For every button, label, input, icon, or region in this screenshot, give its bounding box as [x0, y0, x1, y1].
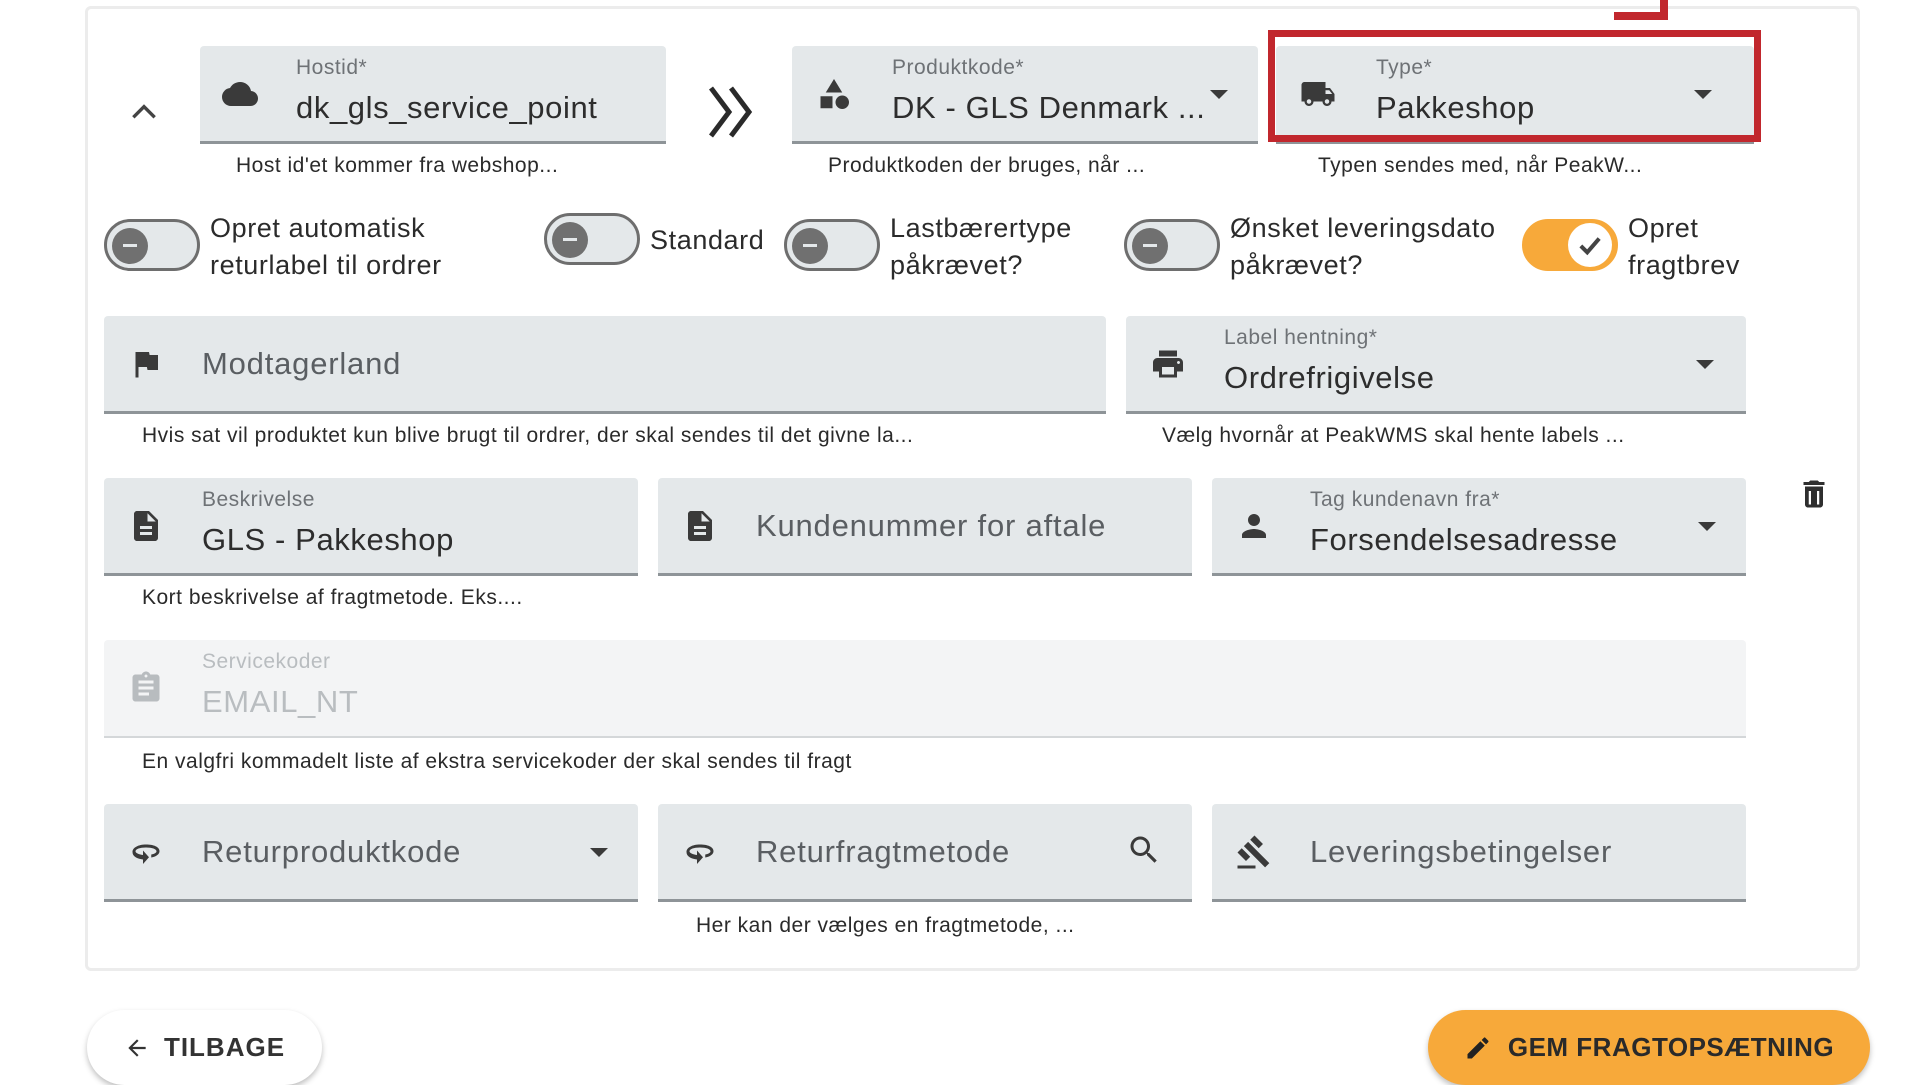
- carrier-type-required-toggle[interactable]: [784, 214, 880, 272]
- return-product-code-select[interactable]: Returproduktkode: [104, 804, 638, 902]
- back-button-label: TILBAGE: [163, 1032, 286, 1062]
- customer-name-source-label: Tag kundenavn fra*: [1310, 488, 1500, 511]
- document-icon: [126, 506, 166, 546]
- person-icon: [1234, 506, 1274, 546]
- standard-toggle[interactable]: [544, 208, 640, 266]
- double-chevron-right-icon: [703, 82, 759, 142]
- auto-return-label-toggle[interactable]: [104, 214, 200, 272]
- label-fetch-hint: Vælg hvornår at PeakWMS skal hente label…: [1162, 424, 1625, 447]
- return-shipping-method-field[interactable]: Returfragtmetode: [658, 804, 1192, 902]
- collapse-icon[interactable]: [128, 100, 160, 124]
- label-fetch-label: Label hentning*: [1224, 326, 1378, 349]
- service-codes-value: EMAIL_NT: [202, 684, 359, 719]
- customer-name-source-value: Forsendelsesadresse: [1310, 522, 1618, 557]
- product-code-hint: Produktkoden der bruges, når ...: [828, 154, 1146, 177]
- service-codes-field: Servicekoder EMAIL_NT: [104, 640, 1746, 738]
- customer-number-field[interactable]: Kundenummer for aftale: [658, 478, 1192, 576]
- delivery-terms-field[interactable]: Leveringsbetingelser: [1212, 804, 1746, 902]
- annotation-mark: [1614, 0, 1668, 20]
- pencil-icon: [1467, 1036, 1489, 1058]
- service-codes-hint: En valgfri kommadelt liste af ekstra ser…: [142, 750, 852, 773]
- return-icon: [126, 832, 166, 872]
- create-waybill-toggle[interactable]: [1522, 214, 1618, 272]
- product-code-value: DK - GLS Denmark ...: [892, 90, 1206, 125]
- chevron-down-icon: [1698, 522, 1716, 531]
- host-id-value: dk_gls_service_point: [296, 90, 598, 125]
- host-id-field[interactable]: Hostid* dk_gls_service_point: [200, 46, 666, 144]
- product-code-label: Produktkode*: [892, 56, 1025, 79]
- description-label: Beskrivelse: [202, 488, 315, 511]
- back-button[interactable]: TILBAGE: [87, 1010, 322, 1085]
- service-codes-label: Servicekoder: [202, 650, 331, 673]
- recipient-country-hint: Hvis sat vil produktet kun blive brugt t…: [142, 424, 914, 447]
- description-field[interactable]: Beskrivelse GLS - Pakkeshop: [104, 478, 638, 576]
- recipient-country-placeholder: Modtagerland: [202, 346, 402, 381]
- cloud-icon: [220, 74, 260, 114]
- check-icon: [1579, 237, 1601, 256]
- shapes-icon: [814, 74, 854, 114]
- description-hint: Kort beskrivelse af fragtmetode. Eks....: [142, 586, 523, 609]
- host-id-label: Hostid*: [296, 56, 368, 79]
- save-button-label: GEM FRAGTOPSÆTNING: [1507, 1032, 1835, 1062]
- customer-name-source-select[interactable]: Tag kundenavn fra* Forsendelsesadresse: [1212, 478, 1746, 576]
- search-icon[interactable]: [1124, 830, 1164, 870]
- return-shipping-method-placeholder: Returfragtmetode: [756, 834, 1011, 869]
- carrier-type-required-text: Lastbærertype påkrævet?: [890, 213, 1072, 280]
- highlight-box: [1268, 30, 1761, 142]
- return-shipping-method-hint: Her kan der vælges en fragtmetode, ...: [696, 914, 1075, 937]
- type-hint: Typen sendes med, når PeakW...: [1318, 154, 1643, 177]
- save-shipping-setup-button[interactable]: GEM FRAGTOPSÆTNING: [1428, 1010, 1870, 1085]
- description-value: GLS - Pakkeshop: [202, 522, 454, 557]
- label-fetch-value: Ordrefrigivelse: [1224, 360, 1435, 395]
- delivery-date-required-toggle[interactable]: [1124, 214, 1220, 272]
- printer-icon: [1148, 344, 1188, 384]
- arrow-left-icon: [128, 1038, 146, 1057]
- create-waybill-text: Opret fragtbrev: [1628, 213, 1740, 280]
- chevron-down-icon: [1210, 90, 1228, 99]
- chevron-down-icon: [1696, 360, 1714, 369]
- return-product-code-placeholder: Returproduktkode: [202, 834, 462, 869]
- customer-number-placeholder: Kundenummer for aftale: [756, 508, 1107, 543]
- delivery-terms-placeholder: Leveringsbetingelser: [1310, 834, 1613, 869]
- label-fetch-select[interactable]: Label hentning* Ordrefrigivelse: [1126, 316, 1746, 414]
- delivery-date-required-text: Ønsket leveringsdato påkrævet?: [1230, 213, 1496, 280]
- flag-icon: [126, 344, 166, 384]
- clipboard-icon: [126, 668, 166, 708]
- auto-return-label-text: Opret automatisk returlabel til ordrer: [210, 213, 442, 280]
- recipient-country-field[interactable]: Modtagerland: [104, 316, 1106, 414]
- delete-icon[interactable]: [1796, 474, 1832, 514]
- return-icon: [680, 832, 720, 872]
- gavel-icon: [1234, 832, 1274, 872]
- standard-text: Standard: [650, 225, 765, 255]
- chevron-down-icon: [590, 848, 608, 857]
- product-code-select[interactable]: Produktkode* DK - GLS Denmark ...: [792, 46, 1258, 144]
- host-id-hint: Host id'et kommer fra webshop...: [236, 154, 559, 177]
- document-icon: [680, 506, 720, 546]
